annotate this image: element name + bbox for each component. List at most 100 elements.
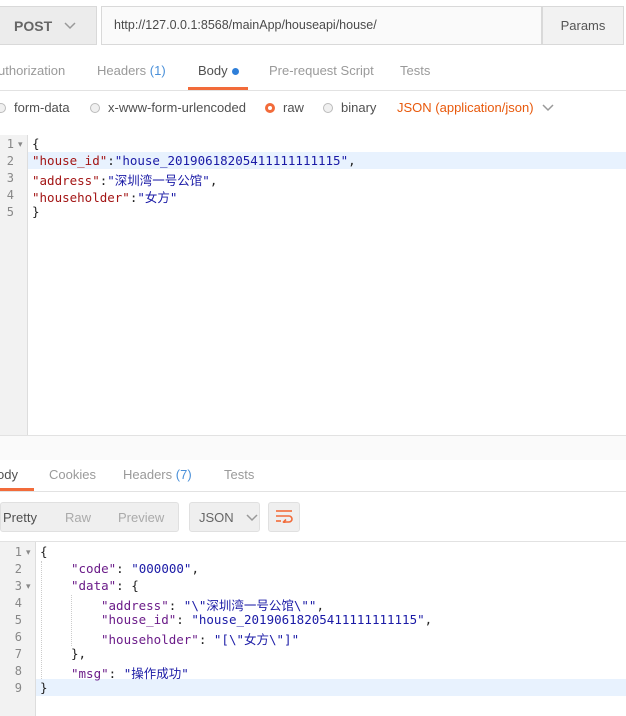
colon: :: [107, 153, 115, 168]
fold-arrow-icon[interactable]: ▾: [26, 547, 31, 558]
brace: },: [71, 646, 87, 661]
brace: {: [40, 544, 48, 559]
tab-label: ody: [0, 467, 18, 482]
option-form-data[interactable]: form-data: [0, 100, 70, 115]
option-urlencoded[interactable]: x-www-form-urlencoded: [90, 100, 246, 115]
option-label: raw: [283, 100, 304, 115]
brace: {: [32, 136, 40, 151]
line-number: 2: [6, 154, 14, 168]
panel-separator: [0, 436, 626, 460]
tab-cookies[interactable]: Cookies: [49, 467, 96, 482]
tab-label: Headers: [97, 63, 147, 78]
tab-label: Pre-request Script: [269, 63, 374, 78]
option-label: form-data: [14, 100, 70, 115]
headers-count: (1): [149, 63, 166, 78]
code-line: },: [71, 646, 86, 661]
code-line: "householder": "[\"女方\"]": [101, 629, 299, 648]
tab-label: Body: [198, 63, 228, 78]
json-key: "house_id": [32, 153, 108, 168]
tab-authorization[interactable]: uthorization: [0, 63, 65, 78]
content-type-label: JSON (application/json): [397, 100, 534, 115]
radio-icon: [0, 103, 6, 113]
tab-response-headers[interactable]: Headers (7): [123, 467, 192, 482]
line-number: 2: [14, 562, 22, 576]
json-value: "操作成功": [123, 666, 189, 681]
json-value: "女方": [137, 190, 178, 205]
option-label: binary: [341, 100, 377, 115]
tab-label: Headers: [123, 467, 173, 482]
json-value: "house_20190618205411111111115": [114, 153, 349, 168]
comma: ,: [209, 173, 218, 188]
tab-headers[interactable]: Headers (1): [97, 63, 166, 78]
colon: :: [198, 632, 214, 647]
chevron-down-icon: [246, 510, 258, 525]
divider: [0, 541, 626, 542]
code-line: "data": {: [71, 578, 139, 593]
chevron-down-icon: [542, 100, 554, 115]
fold-arrow-icon[interactable]: ▾: [18, 139, 23, 150]
code-line: {: [32, 136, 40, 151]
colon: :: [108, 666, 124, 681]
fold-arrow-icon[interactable]: ▾: [26, 581, 31, 592]
headers-count: (7): [175, 467, 192, 482]
format-label: JSON: [199, 509, 234, 525]
url-input[interactable]: http://127.0.0.1:8568/mainApp/houseapi/h…: [101, 6, 542, 45]
comma: ,: [348, 153, 356, 168]
format-select[interactable]: JSON: [189, 502, 260, 532]
json-key: "data": [71, 578, 117, 593]
params-button[interactable]: Params: [542, 6, 624, 45]
line-number: 1: [6, 137, 14, 151]
radio-selected-icon: [265, 103, 275, 113]
method-label: POST: [14, 17, 53, 34]
wrap-lines-button[interactable]: [268, 502, 300, 532]
brace: }: [32, 204, 40, 219]
divider: [0, 90, 626, 91]
colon: :: [168, 598, 184, 613]
line-number: 5: [6, 205, 14, 219]
comma: ,: [424, 612, 433, 627]
view-pretty-button[interactable]: Pretty: [3, 510, 37, 525]
option-binary[interactable]: binary: [323, 100, 376, 115]
json-value: "house_20190618205411111111115": [191, 612, 425, 627]
method-select[interactable]: POST: [0, 6, 97, 45]
json-key: "msg": [71, 666, 109, 681]
request-bar: POST http://127.0.0.1:8568/mainApp/house…: [0, 0, 626, 52]
tab-response-body[interactable]: ody: [0, 467, 18, 482]
comma: ,: [316, 598, 324, 613]
tab-label: uthorization: [0, 63, 66, 78]
json-key: "address": [32, 173, 100, 188]
line-number: 3: [14, 579, 22, 593]
code-line: }: [40, 680, 48, 695]
code-line: }: [32, 204, 40, 219]
response-tabs: ody Cookies Headers (7) Tests: [0, 460, 626, 492]
tab-pre-request-script[interactable]: Pre-request Script: [269, 63, 374, 78]
line-number: 7: [14, 647, 22, 661]
indent-guide: [71, 595, 73, 646]
code-line: "house_id": "house_201906182054111111111…: [101, 612, 432, 627]
tab-body[interactable]: Body: [198, 63, 239, 78]
json-value: "深圳湾一号公馆": [107, 173, 210, 188]
radio-icon: [323, 103, 333, 113]
indent-guide: [41, 561, 43, 679]
line-number: 8: [14, 664, 22, 678]
colon: :: [176, 612, 192, 627]
json-value: "\"深圳湾一号公馆\"": [183, 598, 317, 613]
json-key: "code": [71, 561, 117, 576]
request-tabs: uthorization Headers (1) Body Pre-reques…: [0, 52, 626, 90]
view-preview-button[interactable]: Preview: [118, 510, 164, 525]
code-line: "code": "000000",: [71, 561, 199, 576]
colon: :: [116, 561, 132, 576]
line-number: 4: [14, 596, 22, 610]
tab-response-tests[interactable]: Tests: [224, 467, 254, 482]
line-number: 5: [14, 613, 22, 627]
option-raw[interactable]: raw: [265, 100, 304, 115]
line-number: 6: [14, 630, 22, 644]
json-key: "householder": [32, 190, 130, 205]
tab-label: Cookies: [49, 467, 96, 482]
colon-brace: : {: [116, 578, 139, 593]
line-number: 9: [14, 681, 22, 695]
tab-tests[interactable]: Tests: [400, 63, 430, 78]
view-raw-button[interactable]: Raw: [65, 510, 91, 525]
content-type-select[interactable]: JSON (application/json): [397, 100, 554, 115]
radio-icon: [90, 103, 100, 113]
